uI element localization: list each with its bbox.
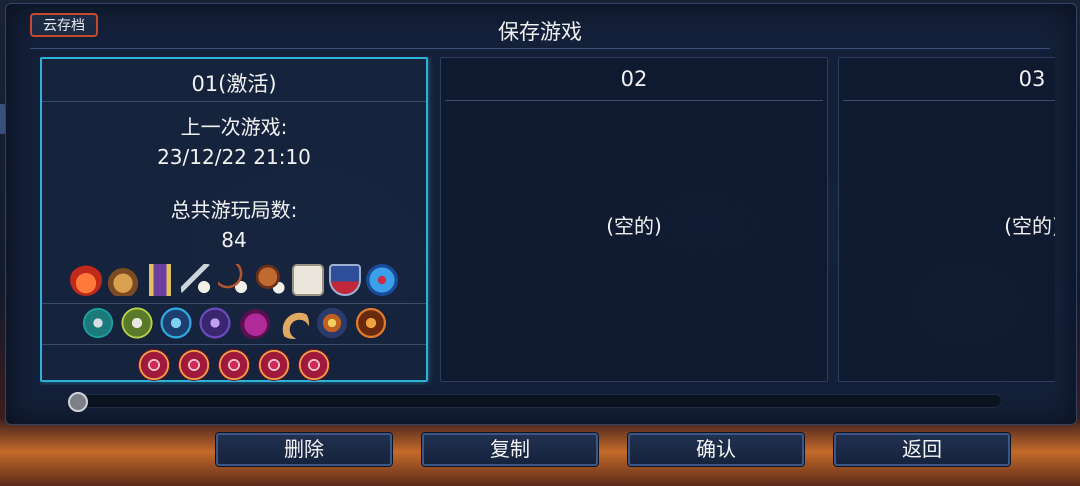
heater-shield-icon bbox=[329, 264, 361, 296]
teleport-rune-icon bbox=[198, 307, 231, 339]
confirm-button[interactable]: 确认 bbox=[628, 433, 804, 466]
copy-button[interactable]: 复制 bbox=[422, 433, 598, 466]
orange-rune-icon bbox=[354, 307, 387, 339]
back-button[interactable]: 返回 bbox=[834, 433, 1010, 466]
gold-pouch-icon bbox=[107, 264, 139, 296]
bow-dice-icon bbox=[218, 264, 250, 296]
empty-slot-label: (空的) bbox=[1004, 214, 1055, 238]
white-dice-icon bbox=[292, 264, 324, 296]
slot-divider bbox=[445, 100, 823, 101]
rune-icons-row bbox=[42, 307, 426, 339]
fire-flask-icon bbox=[70, 264, 102, 296]
boss-cell-icon bbox=[258, 349, 290, 381]
boss-cell-row bbox=[42, 349, 426, 381]
slot-divider bbox=[42, 303, 426, 304]
last-played-value: 23/12/22 21:10 bbox=[157, 145, 311, 169]
save-slots-carousel[interactable]: 01(激活) 上一次游戏: 23/12/22 21:10 总共游玩局数: 84 bbox=[40, 57, 1055, 385]
item-icons-row bbox=[42, 264, 426, 296]
boss-cell-icon bbox=[178, 349, 210, 381]
save-slot-03[interactable]: 03 (空的) bbox=[838, 57, 1055, 382]
spider-rune-icon bbox=[315, 307, 348, 339]
horn-icon bbox=[276, 307, 309, 339]
shield-dice-icon bbox=[255, 264, 287, 296]
empty-slot-label: (空的) bbox=[606, 214, 662, 238]
blue-orb-icon bbox=[366, 264, 398, 296]
purple-blob-icon bbox=[237, 307, 270, 339]
slot-divider bbox=[42, 101, 426, 102]
total-runs-value: 84 bbox=[221, 228, 247, 252]
save-slot-01[interactable]: 01(激活) 上一次游戏: 23/12/22 21:10 总共游玩局数: 84 bbox=[40, 57, 428, 382]
last-played-label: 上一次游戏: bbox=[180, 115, 288, 139]
scrollbar-handle[interactable] bbox=[68, 392, 88, 412]
save-slot-02[interactable]: 02 (空的) bbox=[440, 57, 828, 382]
delete-button[interactable]: 删除 bbox=[216, 433, 392, 466]
boss-cell-icon bbox=[298, 349, 330, 381]
total-runs-label: 总共游玩局数: bbox=[170, 198, 298, 222]
boss-cell-icon bbox=[138, 349, 170, 381]
wrench-rune-icon bbox=[120, 307, 153, 339]
slot-title: 01(激活) bbox=[191, 72, 277, 96]
trophy-rune-icon bbox=[81, 307, 114, 339]
slot-scrollbar[interactable] bbox=[70, 394, 1002, 408]
slot-title: 02 bbox=[620, 67, 648, 91]
page-title: 保存游戏 bbox=[498, 20, 582, 44]
title-divider bbox=[30, 48, 1050, 49]
slot-divider bbox=[843, 100, 1055, 101]
grapple-rune-icon bbox=[159, 307, 192, 339]
stat-scroll-icon bbox=[144, 264, 176, 296]
slot-title: 03 bbox=[1018, 67, 1046, 91]
boss-cell-icon bbox=[218, 349, 250, 381]
sword-dice-icon bbox=[181, 264, 213, 296]
slot-divider bbox=[42, 344, 426, 345]
